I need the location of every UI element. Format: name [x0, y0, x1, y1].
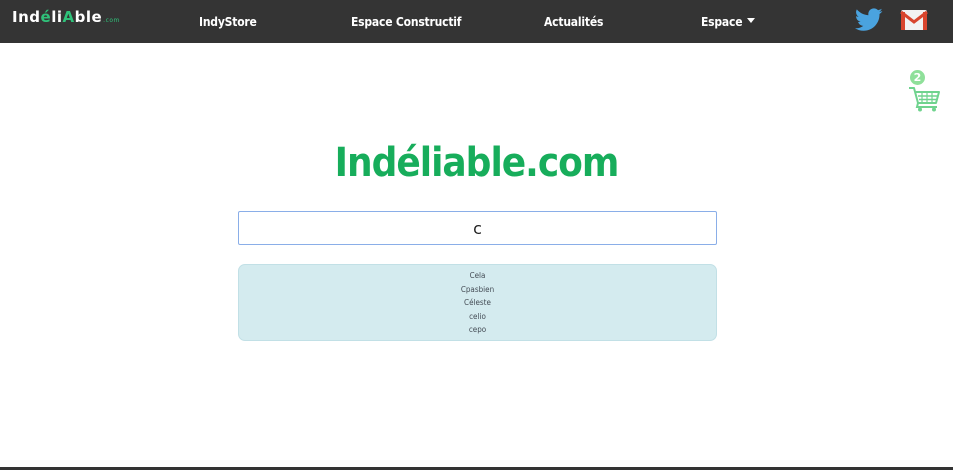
nav-dropdown-espace[interactable]: Espace	[701, 15, 756, 29]
brand-logo-text-5: ble	[74, 8, 103, 26]
top-navbar: IndéliAble.com IndyStore Espace Construc…	[0, 0, 953, 43]
brand-logo-text-2: é	[40, 8, 52, 26]
suggestion-item[interactable]: Céleste	[239, 296, 716, 310]
page-title: Indéliable.com	[334, 140, 620, 186]
nav-link-actualites[interactable]: Actualités	[544, 15, 603, 29]
nav-dropdown-espace-label: Espace	[701, 15, 743, 29]
nav-link-indystore[interactable]: IndyStore	[199, 15, 257, 29]
search-suggestions-list: Cela Cpasbien Céleste celio cepo	[238, 264, 717, 341]
search-input[interactable]	[238, 211, 717, 245]
nav-link-espace-constructif[interactable]: Espace Constructif	[351, 15, 461, 29]
suggestion-item[interactable]: cepo	[239, 323, 716, 337]
cart-count-badge: 2	[910, 70, 925, 85]
shopping-cart[interactable]: 2	[905, 70, 941, 112]
suggestion-item[interactable]: Cpasbien	[239, 283, 716, 297]
suggestion-item[interactable]: celio	[239, 310, 716, 324]
brand-logo-text-4: A	[62, 8, 75, 26]
brand-logo-text-3: li	[51, 8, 63, 26]
caret-down-icon	[747, 18, 756, 23]
twitter-icon[interactable]	[855, 8, 883, 32]
gmail-icon[interactable]	[900, 9, 928, 31]
shopping-cart-icon	[909, 87, 940, 112]
suggestion-item[interactable]: Cela	[239, 269, 716, 283]
brand-logo-text-1: Ind	[12, 8, 41, 26]
brand-logo-domain: .com	[103, 17, 120, 24]
brand-logo[interactable]: IndéliAble.com	[12, 8, 120, 26]
